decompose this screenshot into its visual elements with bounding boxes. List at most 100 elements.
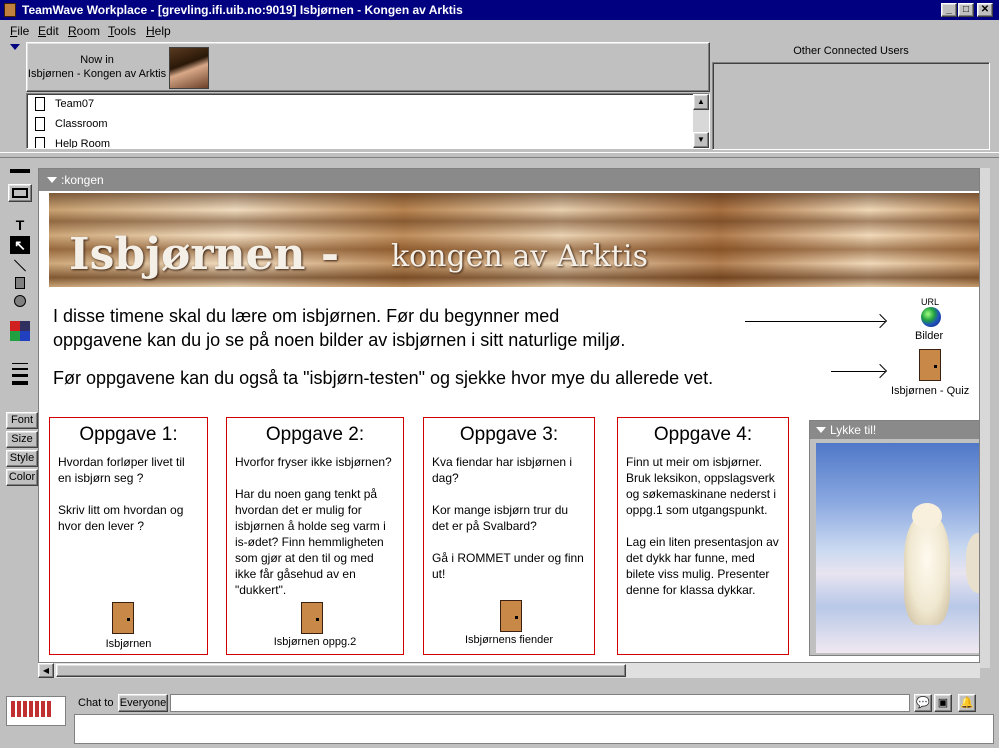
task-text: Kva fiendar har isbjørnen i dag? Kor man… [432,455,584,581]
now-in-label: Now in [80,54,114,66]
menu-file[interactable]: File [10,24,29,38]
arrow-head-icon [872,313,888,329]
room-item-label: Classroom [55,118,108,130]
intro-line-1: I disse timene skal du lære om isbjørnen… [53,306,560,326]
room-item-label: Help Room [55,138,111,149]
color-button[interactable]: Color [6,469,38,486]
app-icon [4,3,16,17]
other-users-list[interactable] [712,62,990,150]
color-swatch-icon[interactable] [10,320,30,342]
banner-image: Isbjørnen - kongen av Arktis [49,193,979,287]
tool-window-icon[interactable] [8,184,32,202]
chat-log[interactable] [74,714,994,744]
room-item-team07[interactable]: Team07 [35,94,94,114]
room-item-help-room[interactable]: Help Room [35,134,111,149]
pointer-tool-icon[interactable]: ↖ [10,236,30,254]
scroll-up-icon[interactable]: ▲ [693,94,709,110]
globe-icon[interactable] [921,307,941,327]
task-text: Finn ut meir om isbjørner. Bruk leksikon… [626,455,779,597]
door-icon[interactable] [112,602,134,634]
room-header[interactable]: :kongen [39,169,979,191]
minimize-button[interactable]: _ [941,3,957,17]
collapse-arrow-icon[interactable] [10,44,20,50]
polar-bear-image [816,443,979,653]
room-list-scrollbar[interactable]: ▲ ▼ [693,94,709,148]
text-tool-icon[interactable]: T [10,216,30,234]
menu-edit[interactable]: Edit [38,24,59,38]
arrow-line [745,321,885,322]
ellipse-tool-icon[interactable] [10,292,30,310]
door-icon [35,117,45,131]
image-panel-title: Lykke til! [830,423,877,437]
save-icon[interactable]: ▣ [934,694,952,712]
door-label[interactable]: Isbjørnen oppg.2 [227,636,403,648]
menu-help[interactable]: Help [146,24,171,38]
title-bar: TeamWave Workplace - [grevling.ifi.uib.n… [0,0,999,20]
avatar [169,47,209,89]
room-canvas[interactable]: :kongen Isbjørnen - kongen av Arktis I d… [38,168,980,678]
polar-bear-head-shape [912,503,942,529]
room-list: Team07 Classroom Help Room ▲ ▼ [26,93,710,149]
speech-bubble-icon[interactable]: 💬 [914,694,932,712]
door-label[interactable]: Isbjørnens fiender [424,634,594,646]
door-icon[interactable] [919,349,941,381]
door-icon [35,137,45,148]
tool-line-width-icon[interactable] [10,166,30,176]
menu-bar: File Edit Room Tools Help [0,20,999,42]
door-icon[interactable] [301,602,323,634]
canvas-vertical-scrollbar[interactable] [980,168,990,668]
task-box-4: Oppgave 4: Finn ut meir om isbjørner. Br… [617,417,789,655]
size-button[interactable]: Size [6,431,38,448]
line-style-icon[interactable] [10,354,30,394]
collapse-arrow-icon[interactable] [47,177,57,183]
task-box-2: Oppgave 2: Hvorfor fryser ikke isbjørnen… [226,417,404,655]
current-room-name: Isbjørnen - Kongen av Arktis [27,68,167,80]
maximize-button[interactable]: □ [958,3,974,17]
splitter[interactable] [0,152,999,158]
arrow-head-icon [872,363,888,379]
task-title: Oppgave 1: [79,424,178,445]
room-item-classroom[interactable]: Classroom [35,114,108,134]
other-users-label: Other Connected Users [793,45,909,57]
task-title: Oppgave 4: [653,424,753,445]
image-panel-header[interactable]: Lykke til! [810,421,979,439]
banner-title: Isbjørnen - [69,229,340,280]
menu-room[interactable]: Room [68,24,100,38]
chat-target-button[interactable]: Everyone [118,694,168,712]
url-label: URL [921,297,940,307]
task-text: Hvorfor fryser ikke isbjørnen? Har du no… [235,455,392,597]
close-button[interactable]: ✕ [977,3,993,17]
chat-window-icon[interactable] [6,696,66,726]
now-in-text: Now in Isbjørnen - Kongen av Arktis [27,53,167,81]
polar-bear-shape [904,515,950,625]
scroll-left-icon[interactable]: ◀ [38,663,54,678]
bilder-link[interactable]: Bilder [915,330,943,342]
bell-icon[interactable]: 🔔 [958,694,976,712]
chat-thumbnail [11,701,51,717]
chat-bar: Chat to Everyone 💬 ▣ 🔔 [0,692,999,748]
task-title: Oppgave 2: [265,424,365,445]
line-tool-icon[interactable] [10,256,30,274]
collapse-arrow-icon[interactable] [816,427,826,433]
task-box-3: Oppgave 3: Kva fiendar har isbjørnen i d… [423,417,595,655]
chat-input[interactable] [170,694,910,712]
intro-line-2: oppgavene kan du jo se på noen bilder av… [53,330,626,350]
scroll-thumb[interactable] [56,664,626,677]
task-title: Oppgave 3: [459,424,559,445]
intro-line-3: Før oppgavene kan du også ta "isbjørn-te… [53,368,714,388]
canvas-horizontal-scrollbar[interactable]: ◀ [38,662,980,678]
room-item-label: Team07 [55,98,95,110]
rectangle-tool-icon[interactable] [10,274,30,292]
door-icon [35,97,45,111]
door-label[interactable]: Isbjørnen [50,638,207,650]
style-button[interactable]: Style [6,450,38,467]
menu-tools[interactable]: Tools [108,24,136,38]
window-title: TeamWave Workplace - [grevling.ifi.uib.n… [22,3,463,17]
door-icon[interactable] [500,600,522,632]
polar-bear-shape [966,533,979,593]
font-button[interactable]: Font [6,412,38,429]
task-box-1: Oppgave 1: Hvordan forløper livet til en… [49,417,208,655]
tool-palette: T ↖ Font Size Style Color [2,164,38,494]
scroll-down-icon[interactable]: ▼ [693,132,709,148]
quiz-link[interactable]: Isbjørnen - Quiz [891,385,969,397]
